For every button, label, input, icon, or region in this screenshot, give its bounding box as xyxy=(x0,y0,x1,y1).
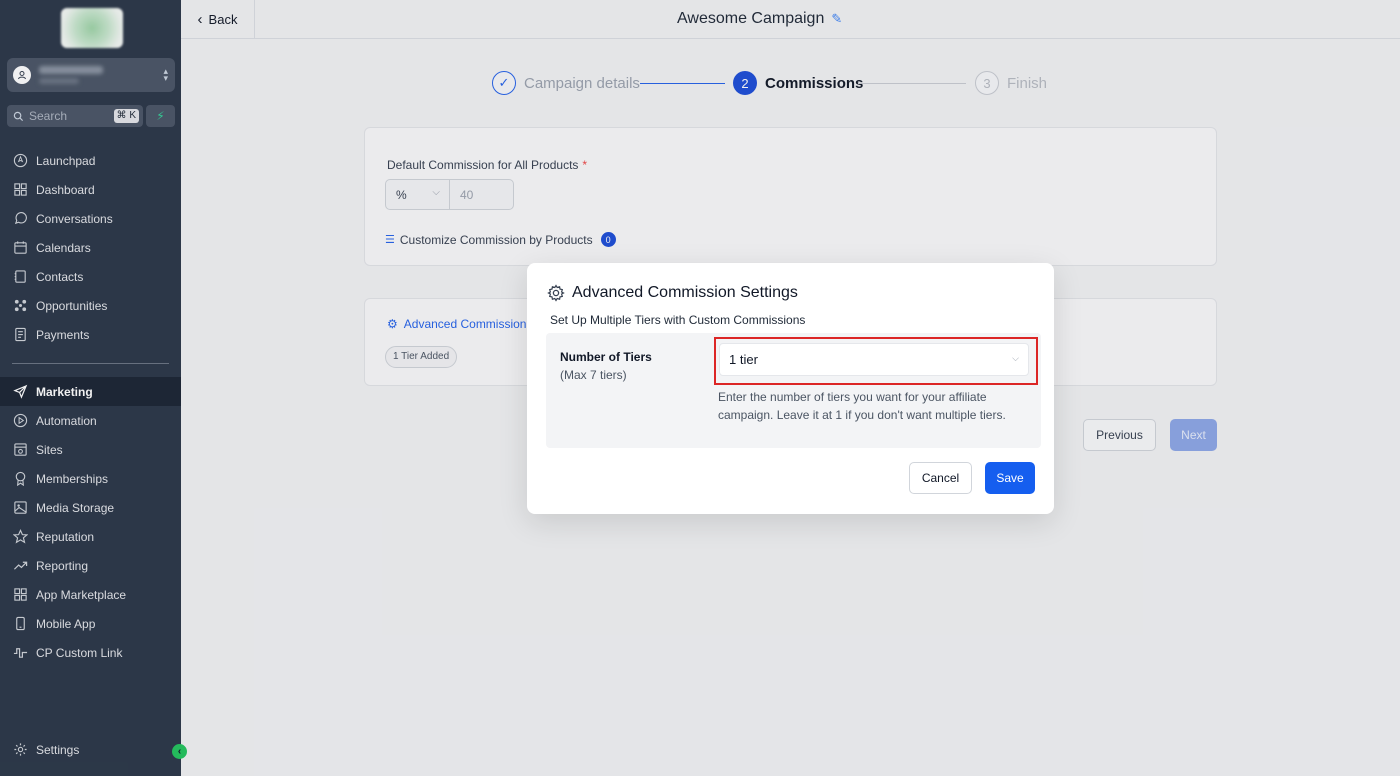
tiers-select[interactable]: 1 tier ⌵ xyxy=(719,343,1029,376)
advanced-commission-modal: Advanced Commission Settings Set Up Mult… xyxy=(527,263,1054,514)
gear-icon xyxy=(547,284,565,302)
modal-subtitle: Set Up Multiple Tiers with Custom Commis… xyxy=(550,313,806,327)
tiers-label: Number of Tiers xyxy=(560,350,652,364)
modal-title-text: Advanced Commission Settings xyxy=(572,284,798,301)
save-button[interactable]: Save xyxy=(985,462,1035,494)
tiers-select-value: 1 tier xyxy=(729,352,758,367)
modal-title: Advanced Commission Settings xyxy=(547,284,798,302)
chevron-down-icon: ⌵ xyxy=(1012,353,1019,363)
tiers-select-highlight: 1 tier ⌵ xyxy=(714,337,1038,385)
tiers-hint: (Max 7 tiers) xyxy=(560,368,627,382)
tiers-panel: Number of Tiers (Max 7 tiers) 1 tier ⌵ E… xyxy=(546,333,1041,448)
cancel-button[interactable]: Cancel xyxy=(909,462,972,494)
tiers-help-text: Enter the number of tiers you want for y… xyxy=(718,390,1006,422)
